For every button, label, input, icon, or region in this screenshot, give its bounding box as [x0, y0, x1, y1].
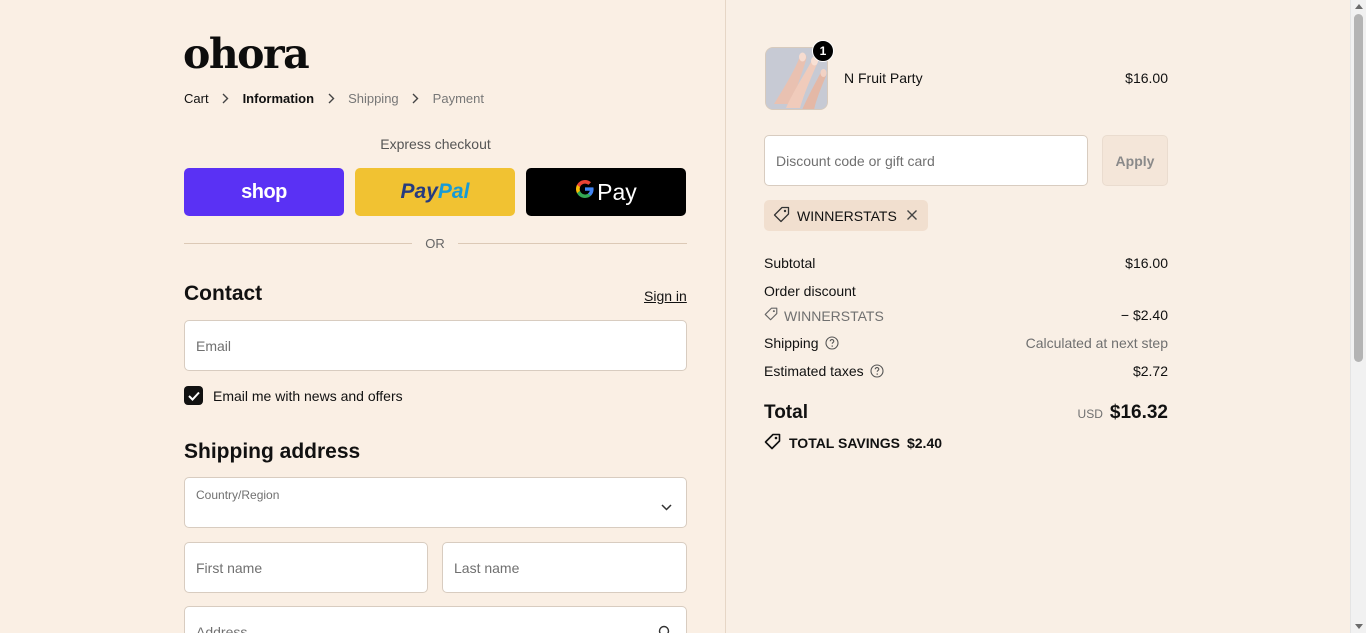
product-price: $16.00 [1125, 70, 1168, 86]
savings-label: TOTAL SAVINGS [789, 435, 900, 451]
discount-placeholder: Discount code or gift card [776, 153, 935, 169]
scroll-down-icon[interactable] [1355, 624, 1363, 629]
shop-pay-label: shop [241, 180, 287, 203]
tag-icon [764, 307, 778, 324]
google-pay-button[interactable]: Pay [526, 168, 686, 216]
total-value: $16.32 [1109, 402, 1168, 423]
news-checkbox-label[interactable]: Email me with news and offers [213, 388, 403, 404]
subtotal-label: Subtotal [764, 255, 816, 271]
chevron-right-icon [221, 93, 231, 105]
apply-discount-button[interactable]: Apply [1102, 135, 1168, 186]
or-label: OR [412, 236, 458, 251]
help-icon[interactable] [870, 364, 884, 378]
subtotal-row: Subtotal $16.00 [764, 255, 1168, 271]
order-discount-label: Order discount [764, 283, 856, 299]
total-label: Total [764, 402, 808, 423]
shipping-address-heading: Shipping address [184, 440, 361, 463]
subtotal-value: $16.00 [1125, 255, 1168, 271]
last-name-field[interactable]: Last name [442, 542, 687, 593]
applied-discount-code: WINNERSTATS [797, 207, 897, 224]
close-icon[interactable] [906, 208, 918, 224]
google-g-icon [575, 178, 595, 206]
discount-code-input[interactable]: Discount code or gift card [764, 135, 1088, 186]
sign-in-link[interactable]: Sign in [644, 288, 687, 304]
breadcrumb-cart[interactable]: Cart [184, 91, 209, 106]
quantity-badge: 1 [812, 40, 834, 62]
first-name-placeholder: First name [196, 560, 263, 576]
shipping-value: Calculated at next step [1025, 335, 1168, 351]
chevron-right-icon [411, 93, 421, 105]
brand-logo[interactable]: ohora [183, 30, 310, 78]
breadcrumb-payment: Payment [432, 91, 484, 106]
email-placeholder: Email [196, 338, 232, 354]
google-pay-label: Pay [597, 178, 637, 205]
shipping-label: Shipping [764, 335, 819, 351]
order-discount-row: Order discount [764, 283, 1168, 299]
checkmark-icon [187, 391, 200, 401]
page-scrollbar[interactable] [1350, 0, 1366, 633]
taxes-value: $2.72 [1132, 363, 1168, 379]
tag-icon [764, 433, 781, 453]
total-amount: USD $16.32 [1078, 402, 1168, 424]
email-field[interactable]: Email [184, 320, 687, 371]
chevron-right-icon [326, 93, 336, 105]
taxes-label: Estimated taxes [764, 363, 864, 379]
discount-value: − $2.40 [1120, 307, 1168, 323]
address-placeholder: Address [196, 624, 248, 633]
breadcrumb: Cart Information Shipping Payment [184, 91, 484, 106]
product-name: N Fruit Party [844, 70, 923, 86]
discount-code-row: WINNERSTATS − $2.40 [764, 307, 1168, 324]
total-currency: USD [1077, 407, 1103, 421]
taxes-row: Estimated taxes $2.72 [764, 363, 1168, 379]
scrollbar-thumb[interactable] [1354, 14, 1363, 362]
shipping-row: Shipping Calculated at next step [764, 335, 1168, 351]
scroll-up-icon[interactable] [1355, 4, 1363, 9]
address-field[interactable]: Address [184, 606, 687, 633]
paypal-label-part1: Pay [400, 180, 438, 203]
express-checkout-title: Express checkout [380, 136, 491, 152]
paypal-label-part2: Pal [437, 180, 470, 203]
checkout-main-panel: ohora Cart Information Shipping Payment … [0, 0, 725, 633]
last-name-placeholder: Last name [454, 560, 520, 576]
news-checkbox[interactable] [184, 386, 203, 405]
help-icon[interactable] [824, 336, 839, 350]
tag-icon [773, 206, 790, 226]
applied-discount-chip: WINNERSTATS [764, 200, 928, 231]
savings-value: $2.40 [906, 435, 943, 451]
shop-pay-button[interactable]: shop [184, 168, 344, 216]
chevron-down-icon [661, 498, 672, 516]
contact-heading: Contact [184, 282, 263, 305]
breadcrumb-information: Information [242, 91, 315, 106]
country-label: Country/Region [196, 488, 280, 502]
discount-code-label: WINNERSTATS [784, 307, 884, 324]
country-select[interactable]: Country/Region [184, 477, 687, 528]
search-icon [658, 625, 672, 633]
breadcrumb-shipping: Shipping [348, 91, 399, 106]
total-savings: TOTAL SAVINGS $2.40 [764, 433, 942, 453]
first-name-field[interactable]: First name [184, 542, 428, 593]
paypal-button[interactable]: Pay Pal [355, 168, 515, 216]
order-summary-panel: 1 N Fruit Party $16.00 Discount code or … [726, 0, 1350, 633]
